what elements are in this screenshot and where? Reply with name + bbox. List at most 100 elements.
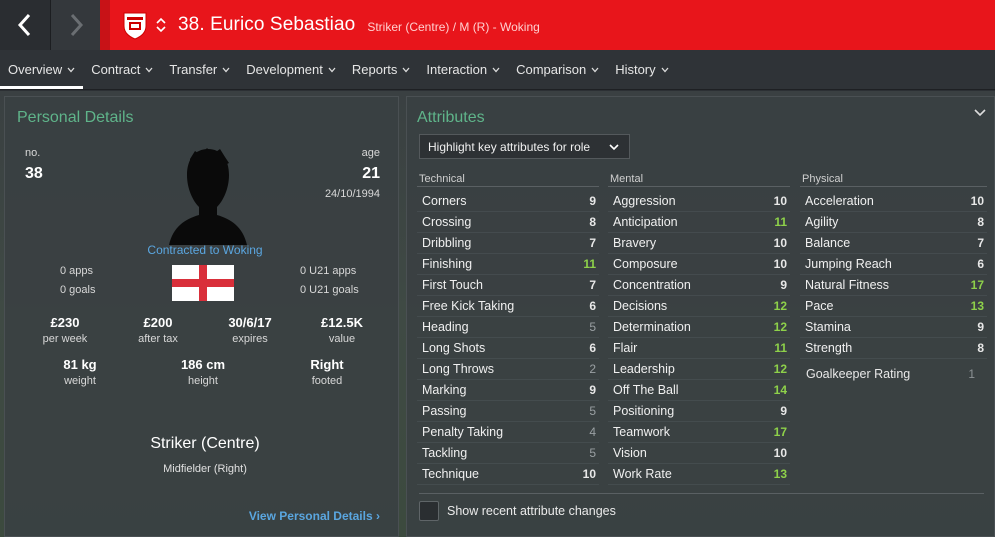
attribute-name: Acceleration <box>805 194 874 208</box>
attribute-row[interactable]: Technique 10 <box>417 464 599 485</box>
technical-heading: Technical <box>417 173 599 187</box>
forward-button[interactable] <box>50 0 100 50</box>
attribute-value: 7 <box>589 236 596 250</box>
wage-label: per week <box>42 333 88 345</box>
attribute-row[interactable]: Stamina 9 <box>800 317 987 338</box>
highlight-role-dropdown[interactable]: Highlight key attributes for role <box>419 134 630 159</box>
attribute-row[interactable]: Agility 8 <box>800 212 987 233</box>
attribute-row[interactable]: Acceleration 10 <box>800 191 987 212</box>
caret-down-icon <box>492 67 500 72</box>
height-value: 186 cm <box>180 357 226 372</box>
attribute-name: Marking <box>422 383 467 397</box>
attribute-row[interactable]: Aggression 10 <box>608 191 790 212</box>
tab-history[interactable]: History <box>607 50 676 90</box>
mental-heading: Mental <box>608 173 790 187</box>
personal-details-panel: Personal Details no. 38 age 21 24/10/199… <box>4 96 399 537</box>
attribute-row[interactable]: Tackling 5 <box>417 443 599 464</box>
collapse-chevron-icon[interactable] <box>974 109 986 117</box>
attribute-row[interactable]: Finishing 11 <box>417 254 599 275</box>
chevron-up-icon[interactable] <box>156 17 166 25</box>
attribute-row[interactable]: Concentration 9 <box>608 275 790 296</box>
attribute-row[interactable]: Off The Ball 14 <box>608 380 790 401</box>
attribute-row[interactable]: Marking 9 <box>417 380 599 401</box>
chevron-down-icon[interactable] <box>156 25 166 33</box>
attribute-value: 5 <box>589 404 596 418</box>
chevron-down-icon <box>609 144 619 151</box>
chevron-right-icon: › <box>376 509 380 523</box>
attribute-row[interactable]: Heading 5 <box>417 317 599 338</box>
tab-development[interactable]: Development <box>238 50 344 90</box>
tab-transfer[interactable]: Transfer <box>161 50 238 90</box>
attribute-row[interactable]: Decisions 12 <box>608 296 790 317</box>
player-subtitle[interactable]: Striker (Centre) / M (R) - Woking <box>367 20 539 34</box>
tab-label: Reports <box>351 62 398 77</box>
market-value-stat: £12.5K value <box>307 315 377 345</box>
attribute-row[interactable]: Balance 7 <box>800 233 987 254</box>
attribute-row[interactable]: Strength 8 <box>800 338 987 359</box>
back-button[interactable] <box>0 0 50 50</box>
show-changes-toggle[interactable]: Show recent attribute changes <box>419 501 616 521</box>
market-value: £12.5K <box>321 315 363 330</box>
attribute-row[interactable]: Long Throws 2 <box>417 359 599 380</box>
attribute-value: 11 <box>774 215 787 229</box>
attribute-value: 12 <box>773 362 787 376</box>
attribute-row[interactable]: Work Rate 13 <box>608 464 790 485</box>
attribute-row[interactable]: Determination 12 <box>608 317 790 338</box>
tab-comparison[interactable]: Comparison <box>508 50 607 90</box>
expires-stat: 30/6/17 expires <box>215 315 285 345</box>
england-flag-icon[interactable] <box>172 265 234 301</box>
attribute-row[interactable]: Jumping Reach 6 <box>800 254 987 275</box>
attribute-name: Vision <box>613 446 647 460</box>
attribute-name: Penalty Taking <box>422 425 504 439</box>
attribute-value: 6 <box>589 299 596 313</box>
after-tax-value: £200 <box>143 315 173 330</box>
tab-contract[interactable]: Contract <box>83 50 161 90</box>
caret-down-icon <box>145 67 153 72</box>
attribute-value: 9 <box>977 320 984 334</box>
attribute-name: Crossing <box>422 215 472 229</box>
attribute-row[interactable]: Anticipation 11 <box>608 212 790 233</box>
attribute-row[interactable]: Flair 11 <box>608 338 790 359</box>
attribute-value: 7 <box>977 236 984 250</box>
attribute-row[interactable]: Pace 13 <box>800 296 987 317</box>
personal-details-title: Personal Details <box>17 109 134 126</box>
tab-reports[interactable]: Reports <box>344 50 419 90</box>
attribute-row[interactable]: Vision 10 <box>608 443 790 464</box>
view-personal-details-link[interactable]: View Personal Details › <box>249 509 380 523</box>
goalkeeper-rating-value: 1 <box>968 366 975 381</box>
goalkeeper-rating-row[interactable]: Goalkeeper Rating 1 <box>800 363 987 384</box>
attribute-row[interactable]: Composure 10 <box>608 254 790 275</box>
attribute-row[interactable]: Teamwork 17 <box>608 422 790 443</box>
tab-overview[interactable]: Overview <box>0 50 84 90</box>
tab-interaction[interactable]: Interaction <box>418 50 508 90</box>
attribute-value: 10 <box>773 446 787 460</box>
attribute-row[interactable]: Bravery 10 <box>608 233 790 254</box>
show-changes-checkbox[interactable] <box>419 501 439 521</box>
attribute-value: 14 <box>773 383 787 397</box>
attribute-row[interactable]: Free Kick Taking 6 <box>417 296 599 317</box>
attribute-value: 10 <box>582 467 596 481</box>
attribute-name: Balance <box>805 236 851 250</box>
attribute-row[interactable]: First Touch 7 <box>417 275 599 296</box>
attribute-name: Pace <box>805 299 834 313</box>
attribute-value: 2 <box>589 362 596 376</box>
attribute-row[interactable]: Natural Fitness 17 <box>800 275 987 296</box>
attribute-row[interactable]: Passing 5 <box>417 401 599 422</box>
attribute-row[interactable]: Positioning 9 <box>608 401 790 422</box>
attribute-value: 4 <box>589 425 596 439</box>
attribute-value: 13 <box>773 467 787 481</box>
attribute-name: Strength <box>805 341 853 355</box>
attribute-row[interactable]: Penalty Taking 4 <box>417 422 599 443</box>
attribute-row[interactable]: Crossing 8 <box>417 212 599 233</box>
attribute-value: 7 <box>589 278 596 292</box>
u21-apps-count: 0 U21 apps <box>300 265 357 277</box>
attribute-row[interactable]: Long Shots 6 <box>417 338 599 359</box>
attribute-value: 9 <box>589 383 596 397</box>
weight-stat: 81 kg weight <box>45 357 115 387</box>
contract-status-link[interactable]: Contracted to Woking <box>105 243 305 257</box>
physical-column: Physical Acceleration 10 Agility 8 Balance 7 J… <box>800 173 987 384</box>
club-switcher[interactable] <box>110 0 166 50</box>
attribute-row[interactable]: Leadership 12 <box>608 359 790 380</box>
attribute-row[interactable]: Corners 9 <box>417 191 599 212</box>
attribute-row[interactable]: Dribbling 7 <box>417 233 599 254</box>
